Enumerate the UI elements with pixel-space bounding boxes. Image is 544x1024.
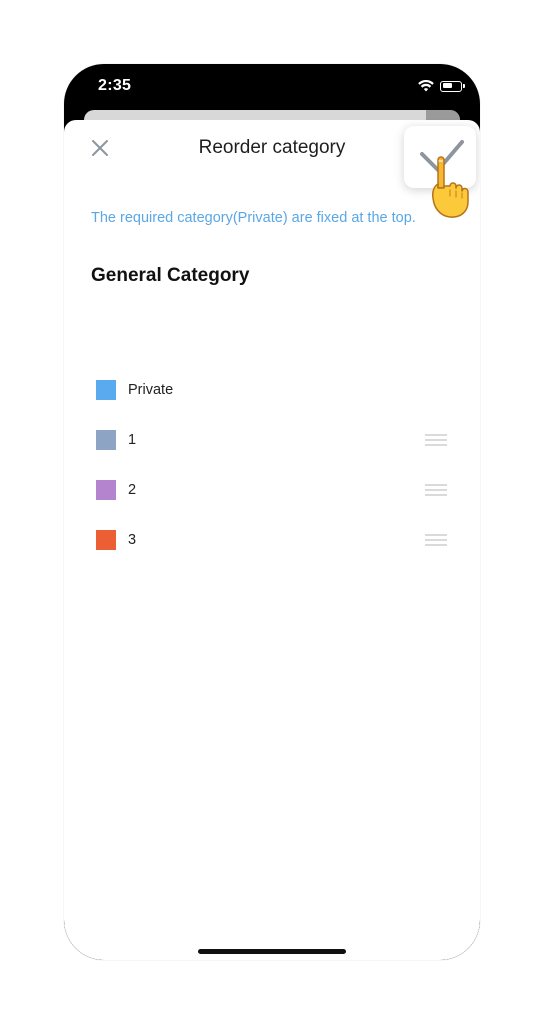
category-label: 2 <box>128 482 137 498</box>
reorder-sheet: Reorder category The required category(P… <box>64 120 480 960</box>
pointing-hand-icon <box>432 156 469 218</box>
category-row-3[interactable]: 3 <box>64 520 480 560</box>
wifi-icon <box>418 80 434 92</box>
phone-frame: 2:35 Reorder category The required categ… <box>64 64 480 960</box>
category-label: 3 <box>128 532 137 548</box>
section-title: General Category <box>91 265 250 286</box>
drag-handle-icon[interactable] <box>424 533 448 547</box>
category-color-swatch <box>96 380 116 400</box>
status-time: 2:35 <box>98 77 132 94</box>
status-bar: 2:35 <box>64 64 480 112</box>
category-label: Private <box>128 382 174 398</box>
notice-text: The required category(Private) are fixed… <box>91 210 416 226</box>
category-color-swatch <box>96 430 116 450</box>
battery-icon <box>440 80 465 92</box>
category-row-2[interactable]: 2 <box>64 470 480 510</box>
category-label: 1 <box>128 432 137 448</box>
drag-handle-icon[interactable] <box>424 433 448 447</box>
category-row-1[interactable]: 1 <box>64 420 480 460</box>
drag-handle-icon[interactable] <box>424 483 448 497</box>
category-color-swatch <box>96 530 116 550</box>
category-color-swatch <box>96 480 116 500</box>
status-icons <box>418 78 465 94</box>
home-indicator <box>198 949 346 954</box>
category-row-private: Private <box>64 370 480 410</box>
